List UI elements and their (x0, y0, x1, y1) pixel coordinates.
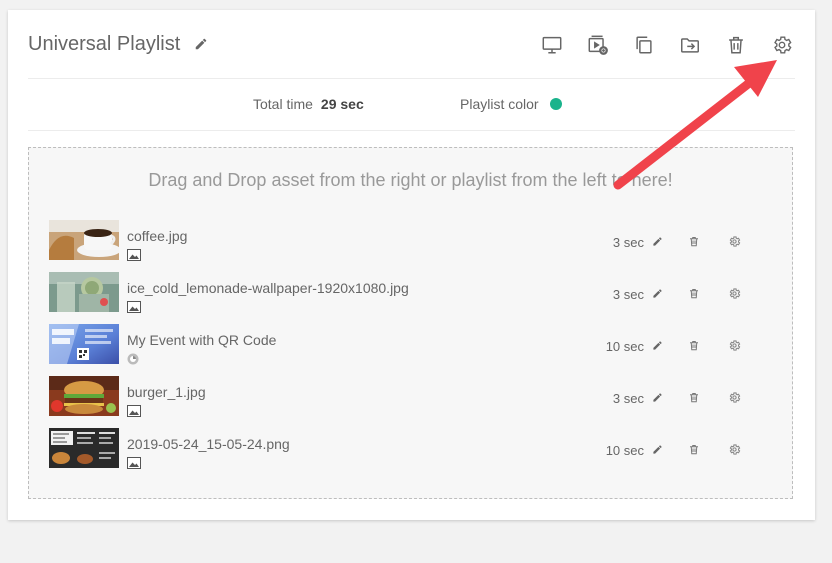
image-icon (127, 248, 141, 261)
move-to-folder-icon[interactable] (677, 32, 703, 58)
image-icon (127, 300, 141, 313)
monitor-icon[interactable] (539, 32, 565, 58)
asset-settings-icon[interactable] (727, 338, 741, 352)
asset-list: coffee.jpg 3 sec ice_cold_lemonade-wallp… (49, 220, 772, 480)
divider (28, 130, 795, 131)
asset-duration: 3 sec (612, 391, 644, 406)
asset-settings-icon[interactable] (727, 442, 741, 456)
edit-duration-icon[interactable] (650, 286, 664, 300)
asset-thumbnail (49, 428, 119, 468)
edit-duration-icon[interactable] (650, 234, 664, 248)
delete-asset-icon[interactable] (687, 390, 701, 404)
asset-settings-icon[interactable] (727, 234, 741, 248)
playlist-meta: Total time 29 sec Playlist color (8, 94, 815, 116)
delete-asset-icon[interactable] (687, 234, 701, 248)
playlist-color-label: Playlist color (460, 96, 539, 112)
asset-dropzone[interactable]: Drag and Drop asset from the right or pl… (28, 147, 793, 499)
asset-duration: 3 sec (612, 235, 644, 250)
asset-thumbnail (49, 324, 119, 364)
asset-name: ice_cold_lemonade-wallpaper-1920x1080.jp… (127, 280, 409, 296)
total-time: Total time 29 sec (253, 96, 364, 112)
divider (28, 78, 795, 79)
asset-thumbnail (49, 220, 119, 260)
image-icon (127, 456, 141, 469)
list-item[interactable]: burger_1.jpg 3 sec (49, 376, 772, 428)
playlist-toolbar (539, 32, 795, 58)
title-row: Universal Playlist (28, 30, 208, 58)
playlist-color-swatch[interactable] (549, 98, 562, 110)
dropzone-hint: Drag and Drop asset from the right or pl… (148, 170, 673, 190)
asset-thumbnail (49, 376, 119, 416)
asset-duration: 3 sec (612, 287, 644, 302)
playlist-color: Playlist color (460, 96, 562, 112)
asset-name: coffee.jpg (127, 228, 188, 244)
list-item[interactable]: My Event with QR Code 10 sec (49, 324, 772, 376)
asset-settings-icon[interactable] (727, 286, 741, 300)
edit-duration-icon[interactable] (650, 442, 664, 456)
list-item[interactable]: coffee.jpg 3 sec (49, 220, 772, 272)
image-icon (127, 404, 141, 417)
gear-icon[interactable] (769, 32, 795, 58)
asset-thumbnail (49, 272, 119, 312)
playlist-title: Universal Playlist (28, 32, 181, 55)
list-item[interactable]: ice_cold_lemonade-wallpaper-1920x1080.jp… (49, 272, 772, 324)
delete-asset-icon[interactable] (687, 286, 701, 300)
template-icon (127, 352, 141, 365)
total-time-label: Total time (253, 96, 313, 112)
delete-asset-icon[interactable] (687, 442, 701, 456)
asset-name: 2019-05-24_15-05-24.png (127, 436, 290, 452)
total-time-value: 29 sec (320, 96, 364, 112)
asset-name: burger_1.jpg (127, 384, 206, 400)
asset-settings-icon[interactable] (727, 390, 741, 404)
edit-duration-icon[interactable] (650, 390, 664, 404)
playlist-card: Universal Playlist Total time 29 sec Pla… (8, 10, 815, 520)
edit-title-icon[interactable] (194, 37, 208, 51)
duplicate-icon[interactable] (631, 32, 657, 58)
list-item[interactable]: 2019-05-24_15-05-24.png 10 sec (49, 428, 772, 480)
asset-name: My Event with QR Code (127, 332, 277, 348)
trash-icon[interactable] (723, 32, 749, 58)
asset-duration: 10 sec (605, 339, 644, 354)
asset-duration: 10 sec (605, 443, 644, 458)
delete-asset-icon[interactable] (687, 338, 701, 352)
edit-duration-icon[interactable] (650, 338, 664, 352)
preview-play-icon[interactable] (585, 32, 611, 58)
